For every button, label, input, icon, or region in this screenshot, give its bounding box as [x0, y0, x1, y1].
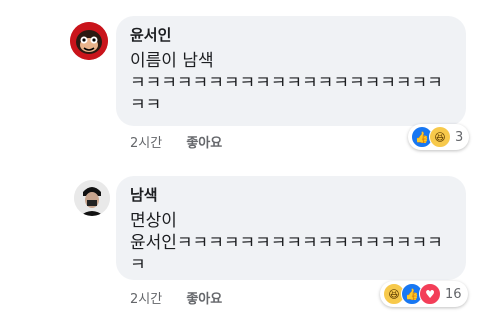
comment-text-line: ㅋㅋ [130, 95, 162, 115]
comment-bubble: 남색 면상이 윤서인ㅋㅋㅋㅋㅋㅋㅋㅋㅋㅋㅋㅋㅋㅋㅋㅋㅋ ㅋ [116, 176, 466, 280]
avatar[interactable] [74, 180, 110, 216]
comment-text-line: 이름이 남색 [130, 51, 214, 71]
reaction-count: 3 [455, 129, 464, 145]
haha-icon: 😆 [429, 126, 451, 148]
comment-time[interactable]: 2시간 [130, 136, 162, 151]
comment-time[interactable]: 2시간 [130, 292, 162, 307]
love-icon: ♥ [419, 283, 441, 305]
like-button[interactable]: 좋아요 [186, 136, 222, 151]
like-button[interactable]: 좋아요 [186, 292, 222, 307]
comment-text-line: 면상이 [130, 211, 177, 231]
comment-author[interactable]: 윤서인 [130, 26, 452, 44]
reactions-summary[interactable]: 😆 👍 ♥ 16 [380, 281, 468, 307]
avatar[interactable] [70, 22, 108, 60]
comment-author[interactable]: 남색 [130, 186, 452, 204]
person-avatar-icon [74, 180, 110, 216]
reactions-summary[interactable]: 👍 😆 3 [408, 124, 470, 150]
comment-text-line: ㅋㅋㅋㅋㅋㅋㅋㅋㅋㅋㅋㅋㅋㅋㅋㅋㅋㅋㅋㅋ [130, 73, 443, 93]
comment-bubble: 윤서인 이름이 남색 ㅋㅋㅋㅋㅋㅋㅋㅋㅋㅋㅋㅋㅋㅋㅋㅋㅋㅋㅋㅋ ㅋㅋ [116, 16, 466, 126]
reaction-count: 16 [445, 286, 462, 302]
comment-meta: 2시간 좋아요 [130, 136, 222, 152]
comment-text-line: ㅋ [130, 255, 146, 275]
comment-meta: 2시간 좋아요 [130, 292, 222, 308]
cartoon-avatar-icon [70, 22, 108, 60]
comment-text-line: 윤서인ㅋㅋㅋㅋㅋㅋㅋㅋㅋㅋㅋㅋㅋㅋㅋㅋㅋ [130, 233, 443, 253]
